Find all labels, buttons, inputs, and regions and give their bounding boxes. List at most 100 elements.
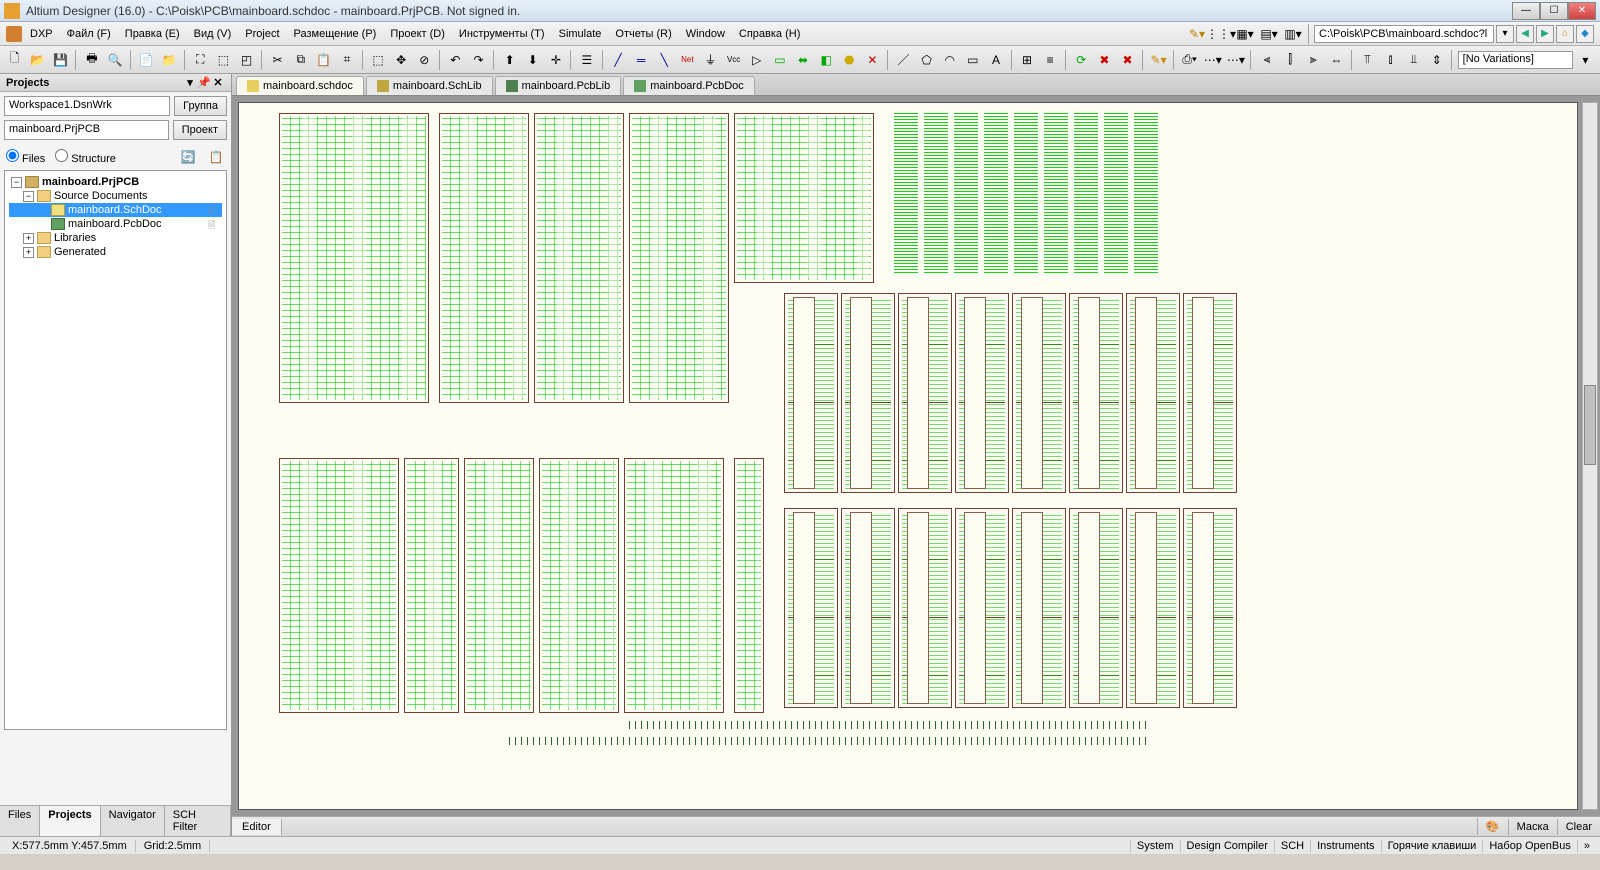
undo-icon[interactable]: ↶	[445, 49, 466, 71]
schematic-mem-block[interactable]	[898, 508, 952, 708]
project-button[interactable]: Проект	[173, 120, 227, 140]
dist-v-icon[interactable]: ⇕	[1426, 49, 1447, 71]
schematic-block[interactable]	[279, 458, 399, 713]
radio-structure[interactable]: Structure	[55, 149, 116, 165]
device-sheet-icon[interactable]: ◧	[816, 49, 837, 71]
schematic-mem-block[interactable]	[955, 508, 1009, 708]
scrollbar-thumb[interactable]	[1584, 385, 1596, 465]
menu-tools[interactable]: Инструменты (T)	[453, 26, 551, 42]
minimize-button[interactable]: —	[1512, 2, 1540, 20]
settings-icon[interactable]: 📋	[207, 148, 225, 166]
schematic-connector[interactable]	[954, 113, 978, 273]
schematic-block[interactable]	[734, 113, 874, 283]
schematic-mem-block[interactable]	[784, 508, 838, 708]
bus-icon[interactable]: ═	[631, 49, 652, 71]
bus-entry-icon[interactable]: ╲	[654, 49, 675, 71]
nav-back-icon[interactable]: ◀	[1516, 25, 1534, 43]
zoom-fit-icon[interactable]: ⛶	[190, 49, 211, 71]
schematic-block[interactable]	[539, 458, 619, 713]
schematic-connector[interactable]	[924, 113, 948, 273]
wand-icon[interactable]: ✎▾	[1186, 23, 1208, 45]
schematic-mem-block[interactable]	[784, 293, 838, 493]
menu-dxp[interactable]: DXP	[24, 26, 59, 42]
menu-reports[interactable]: Отчеты (R)	[609, 26, 677, 42]
stamp-icon[interactable]: ⌗	[336, 49, 357, 71]
move-icon[interactable]: ✥	[391, 49, 412, 71]
tab-files[interactable]: Files	[0, 806, 40, 836]
schematic-connector[interactable]	[1134, 113, 1158, 273]
cross-ref-icon[interactable]: ✖	[1117, 49, 1138, 71]
browse-icon[interactable]: ☰	[576, 49, 597, 71]
zoom-sel-icon[interactable]: ◰	[236, 49, 257, 71]
nav-favorite-icon[interactable]: ◆	[1576, 25, 1594, 43]
workspace-combo[interactable]: Workspace1.DsnWrk	[4, 96, 170, 116]
line-icon[interactable]: ／	[893, 49, 914, 71]
deselect-icon[interactable]: ⊘	[414, 49, 435, 71]
print-icon[interactable]: 🖶	[81, 49, 102, 71]
menu-edit[interactable]: Правка (E)	[119, 26, 186, 42]
nav-home-icon[interactable]: ⌂	[1556, 25, 1574, 43]
schematic-mem-block[interactable]	[1069, 508, 1123, 708]
refresh-icon[interactable]: 🔄	[179, 148, 197, 166]
doctab-schdoc[interactable]: mainboard.schdoc	[236, 76, 364, 95]
schematic-mem-block[interactable]	[841, 508, 895, 708]
menu-file[interactable]: Файл (F)	[61, 26, 117, 42]
schematic-block[interactable]	[624, 458, 724, 713]
open-doc-icon[interactable]: 📄	[136, 49, 157, 71]
highlight-pen-icon[interactable]: ✎▾	[1148, 49, 1169, 71]
update-pcb-icon[interactable]: ⟳	[1071, 49, 1092, 71]
expand-icon[interactable]: +	[23, 233, 34, 244]
schematic-mem-block[interactable]	[1183, 293, 1237, 493]
group-button[interactable]: Группа	[174, 96, 227, 116]
variations-combo[interactable]: [No Variations]	[1458, 51, 1573, 69]
cross-probe-icon[interactable]: ✛	[545, 49, 566, 71]
cut-icon[interactable]: ✂	[267, 49, 288, 71]
schematic-mem-block[interactable]	[1126, 293, 1180, 493]
schematic-block[interactable]	[279, 113, 429, 403]
status-tab-instruments[interactable]: Instruments	[1310, 840, 1380, 852]
cross-select-icon[interactable]: ✖	[1094, 49, 1115, 71]
panel-dropdown-icon[interactable]: ▾	[183, 76, 197, 89]
tree-schdoc[interactable]: mainboard.SchDoc 🗎	[9, 203, 222, 217]
project-tree[interactable]: − mainboard.PrjPCB − Source Documents ma…	[4, 170, 227, 730]
tree-libraries[interactable]: + Libraries	[9, 231, 222, 245]
radio-files[interactable]: Files	[6, 149, 45, 165]
power-gnd-icon[interactable]: ⏚	[700, 49, 721, 71]
schematic-mem-block[interactable]	[1183, 508, 1237, 708]
schematic-connector[interactable]	[984, 113, 1008, 273]
expand-icon[interactable]: +	[23, 247, 34, 258]
filter1-icon[interactable]: ⎙▾	[1179, 49, 1200, 71]
doctab-pcblib[interactable]: mainboard.PcbLib	[495, 76, 622, 95]
part-icon[interactable]: ▷	[746, 49, 767, 71]
align-center-v-icon[interactable]: ⫾	[1380, 49, 1401, 71]
panel-pin-icon[interactable]: 📌	[197, 76, 211, 89]
mask-layers-icon[interactable]: 🎨	[1477, 818, 1508, 835]
status-tab-sch[interactable]: SCH	[1274, 840, 1310, 852]
menu-place[interactable]: Размещение (P)	[288, 26, 383, 42]
preview-icon[interactable]: 🔍	[104, 49, 125, 71]
menu-project[interactable]: Project	[239, 26, 285, 42]
netlabel-icon[interactable]: Net	[677, 49, 698, 71]
grid3-icon[interactable]: ▥▾	[1282, 23, 1304, 45]
menu-help[interactable]: Справка (H)	[733, 26, 806, 42]
filter3-icon[interactable]: ⋯▾	[1225, 49, 1246, 71]
polygon-icon[interactable]: ⬠	[916, 49, 937, 71]
grid-icon[interactable]: ▦▾	[1234, 23, 1256, 45]
redo-icon[interactable]: ↷	[468, 49, 489, 71]
dist-h-icon[interactable]: ⇔	[1326, 49, 1347, 71]
panel-close-icon[interactable]: ✕	[211, 76, 225, 89]
arc-icon[interactable]: ◠	[939, 49, 960, 71]
schematic-block[interactable]	[534, 113, 624, 403]
schematic-connector[interactable]	[1074, 113, 1098, 273]
filter2-icon[interactable]: ⋯▾	[1202, 49, 1223, 71]
doctab-pcbdoc[interactable]: mainboard.PcbDoc	[623, 76, 755, 95]
maximize-button[interactable]: ☐	[1540, 2, 1568, 20]
editor-tab[interactable]: Editor	[232, 819, 282, 835]
grid2-icon[interactable]: ▤▾	[1258, 23, 1280, 45]
schematic-mem-block[interactable]	[1126, 508, 1180, 708]
tree-project-root[interactable]: − mainboard.PrjPCB	[9, 175, 222, 189]
status-menu-icon[interactable]: »	[1577, 840, 1596, 852]
schematic-connector[interactable]	[1044, 113, 1068, 273]
tab-sch-filter[interactable]: SCH Filter	[165, 806, 231, 836]
tree-generated[interactable]: + Generated	[9, 245, 222, 259]
